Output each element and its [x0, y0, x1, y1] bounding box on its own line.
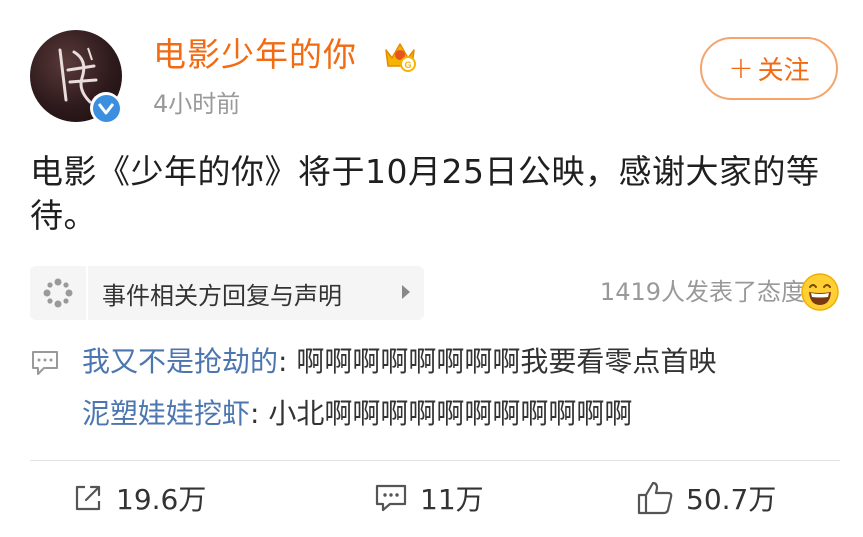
comment-icon — [375, 484, 407, 512]
comment-row[interactable]: 泥塑娃娃挖虾: 小北啊啊啊啊啊啊啊啊啊啊啊 — [82, 394, 632, 434]
follow-button[interactable]: + 关注 — [700, 37, 838, 100]
chevron-right-icon — [402, 285, 410, 299]
like-button[interactable]: 50.7万 — [636, 478, 776, 518]
share-icon — [75, 485, 101, 511]
comment-text: 啊啊啊啊啊啊啊啊我要看零点首映 — [296, 345, 717, 378]
chip-divider — [86, 266, 88, 320]
event-chip-label: 事件相关方回复与声明 — [102, 281, 342, 310]
comment-author[interactable]: 泥塑娃娃挖虾 — [82, 397, 250, 430]
comment-separator: : — [278, 345, 297, 378]
action-divider — [30, 460, 840, 461]
thumbs-up-icon — [637, 481, 673, 515]
repost-button[interactable]: 19.6万 — [72, 478, 206, 518]
comment-button[interactable]: 11万 — [374, 478, 484, 518]
attitudes-count[interactable]: 1419人发表了态度 — [600, 276, 805, 308]
plus-icon: + — [728, 50, 754, 86]
svg-text:G: G — [404, 60, 411, 70]
repost-count: 19.6万 — [116, 483, 207, 516]
username[interactable]: 电影少年的你 — [153, 34, 357, 76]
comment-author[interactable]: 我又不是抢劫的 — [82, 345, 278, 378]
laughing-emoji-icon[interactable] — [800, 272, 840, 312]
comment-row[interactable]: 我又不是抢劫的: 啊啊啊啊啊啊啊啊我要看零点首映 — [82, 342, 716, 382]
comment-separator: : — [250, 397, 269, 430]
comment-count: 11万 — [420, 483, 484, 516]
post-timestamp: 4小时前 — [153, 90, 241, 118]
vip-crown-icon: G — [385, 43, 416, 72]
event-chip[interactable]: 事件相关方回复与声明 — [30, 266, 424, 320]
follow-label: 关注 — [757, 56, 810, 86]
comment-bubble-icon — [32, 351, 58, 375]
sparkle-icon — [30, 266, 86, 320]
comment-text: 小北啊啊啊啊啊啊啊啊啊啊啊 — [268, 397, 633, 430]
verified-badge-icon — [90, 92, 122, 124]
post-content: 电影《少年的你》将于10月25日公映，感谢大家的等待。 — [30, 152, 820, 235]
like-count: 50.7万 — [686, 483, 777, 516]
